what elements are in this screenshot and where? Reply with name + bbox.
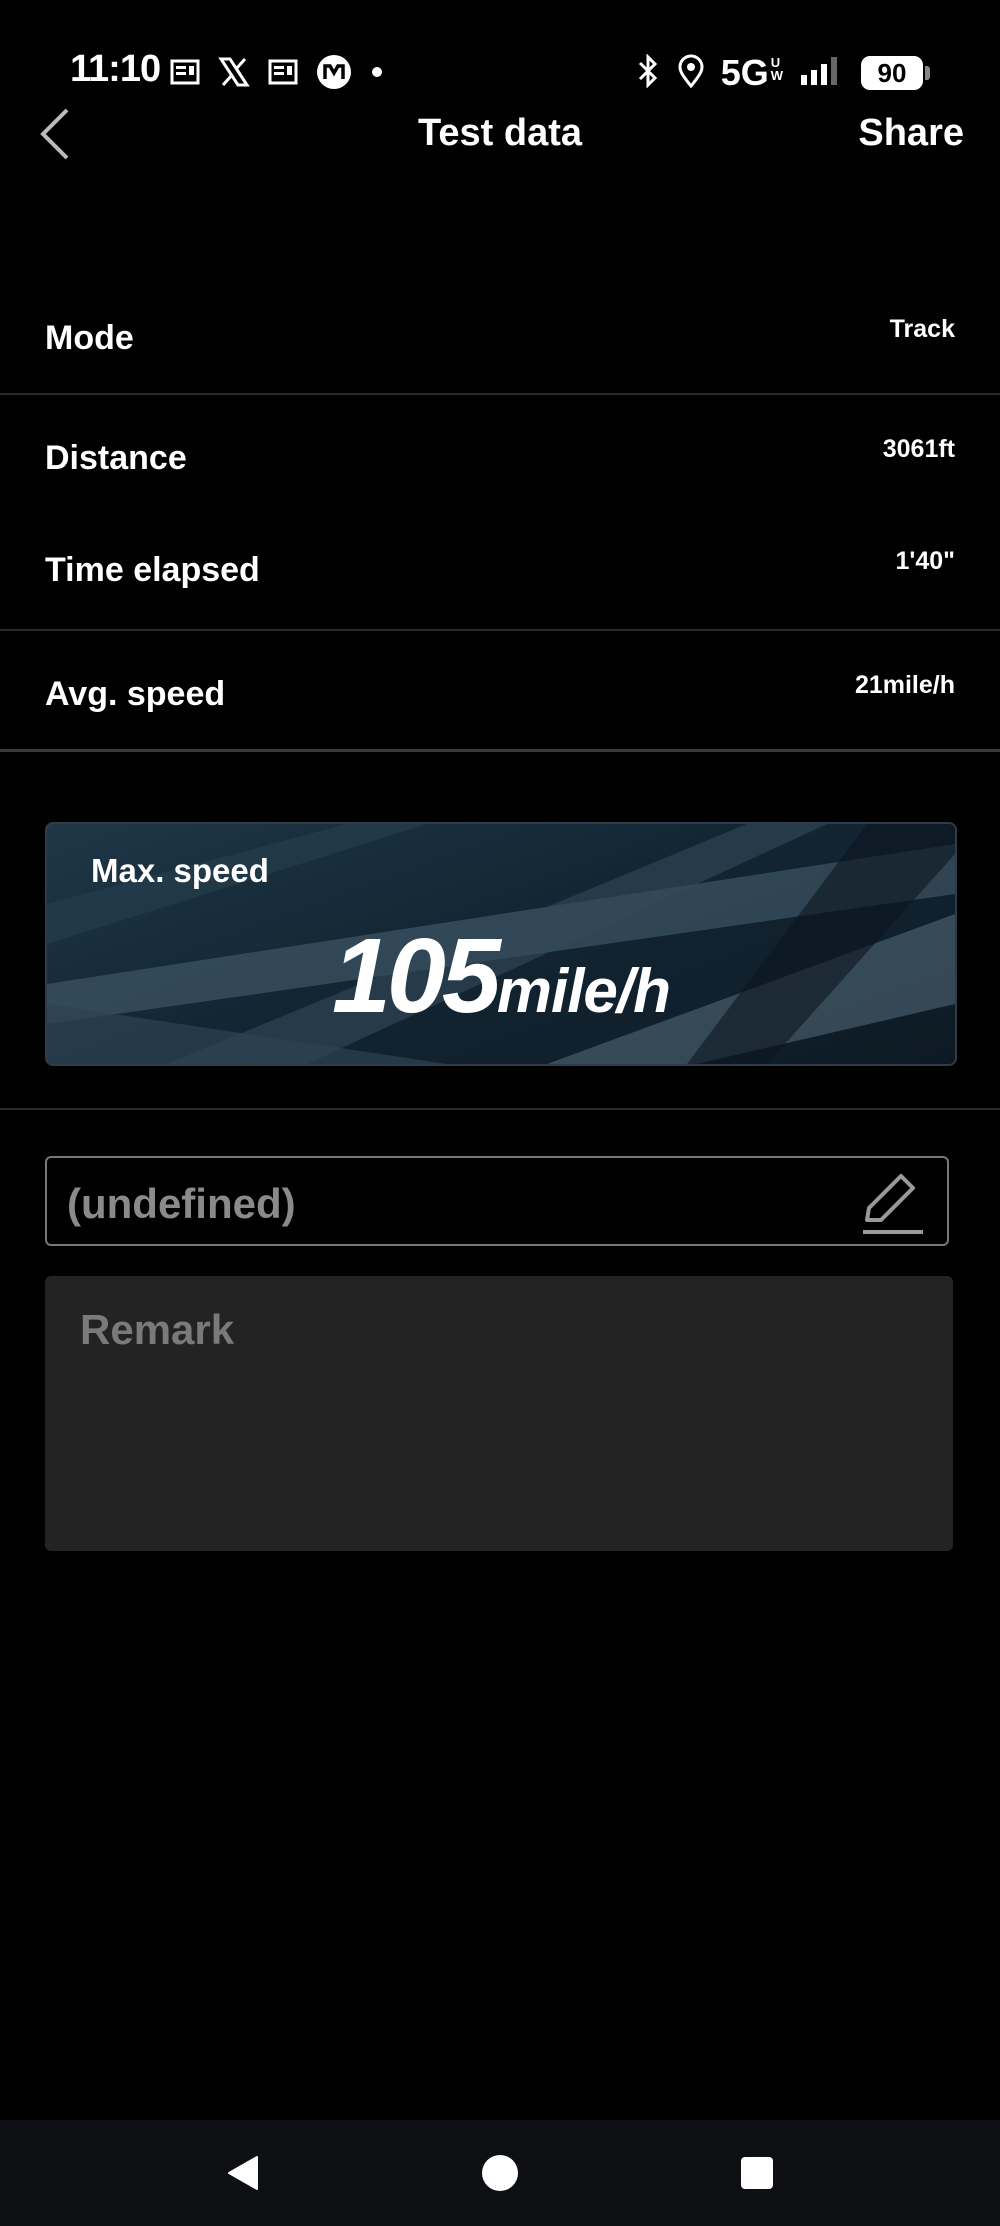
row-label: Distance <box>45 439 187 477</box>
row-value: 1'40" <box>895 547 955 575</box>
system-icons: 5G U W 90 <box>635 52 930 94</box>
system-nav-bar <box>0 2120 1000 2226</box>
divider <box>0 1108 1000 1110</box>
circle-home-icon <box>482 2155 518 2191</box>
record-name-field[interactable]: (undefined) <box>45 1156 949 1246</box>
row-label: Time elapsed <box>45 551 260 589</box>
nav-home-button[interactable] <box>465 2138 535 2208</box>
row-value: Track <box>889 315 955 343</box>
max-speed-label: Max. speed <box>91 852 269 889</box>
row-value: 3061ft <box>882 435 955 463</box>
triangle-back-icon <box>228 2156 258 2190</box>
nav-back-button[interactable] <box>208 2138 278 2208</box>
status-bar: 11:10 5G U W 90 <box>0 0 1000 110</box>
status-time: 11:10 <box>70 48 161 90</box>
row-time-elapsed: Time elapsed 1'40" <box>0 511 1000 629</box>
newspaper-icon <box>268 58 298 91</box>
bluetooth-icon <box>635 52 661 93</box>
battery-level: 90 <box>861 56 923 90</box>
app-header: Test data Share <box>0 100 1000 170</box>
network-type: 5G U W <box>720 52 783 93</box>
pencil-icon <box>863 1174 923 1234</box>
m-logo-icon <box>316 54 352 95</box>
edit-name-button[interactable] <box>857 1170 927 1236</box>
row-value: 21mile/h <box>854 671 955 699</box>
max-speed-number: 105 <box>331 917 501 1035</box>
signal-icon <box>799 55 845 92</box>
record-name-value[interactable]: (undefined) <box>67 1180 296 1228</box>
max-speed-card: Max. speed 105mile/h <box>45 822 957 1066</box>
divider <box>0 749 1000 752</box>
max-speed-value: 105mile/h <box>47 916 955 1037</box>
battery-tip <box>925 66 930 80</box>
row-label: Mode <box>45 319 134 357</box>
remark-textarea[interactable]: Remark <box>45 1276 953 1551</box>
x-logo-icon <box>218 57 250 92</box>
share-button[interactable]: Share <box>858 112 964 155</box>
row-avg-speed: Avg. speed 21mile/h <box>0 631 1000 749</box>
row-label: Avg. speed <box>45 675 226 713</box>
newspaper-icon <box>170 58 200 91</box>
max-speed-unit: mile/h <box>496 957 671 1026</box>
location-icon <box>677 54 705 93</box>
remark-placeholder: Remark <box>80 1306 235 1353</box>
page-title: Test data <box>417 112 582 154</box>
notification-icons <box>170 54 384 95</box>
dot-icon <box>370 65 384 84</box>
battery-indicator: 90 <box>861 56 930 90</box>
row-distance: Distance 3061ft <box>0 395 1000 513</box>
nav-recents-button[interactable] <box>722 2138 792 2208</box>
square-recents-icon <box>741 2157 773 2189</box>
row-mode: Mode Track <box>0 275 1000 393</box>
test-data-list: Mode Track Distance 3061ft Time elapsed … <box>0 275 1000 752</box>
